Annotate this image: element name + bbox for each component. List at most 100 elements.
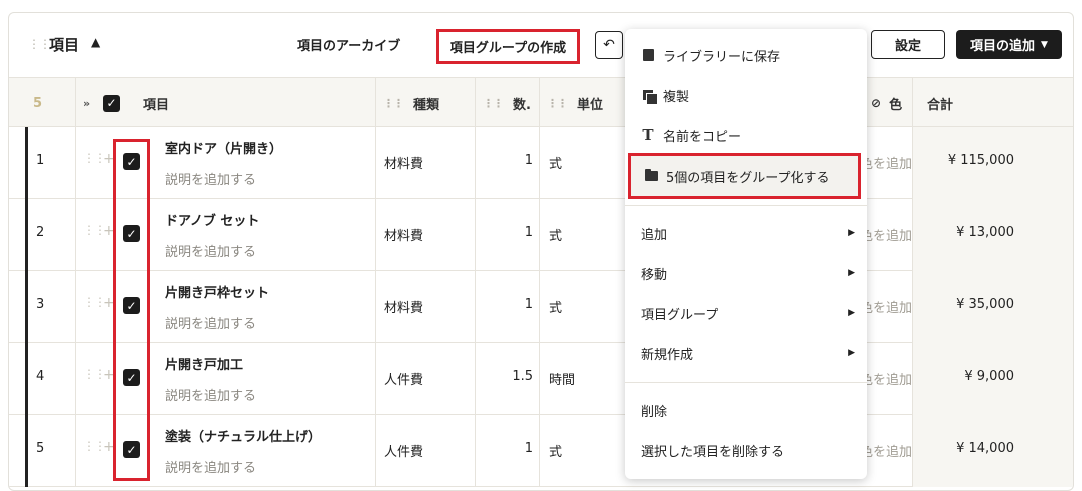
- item-kind[interactable]: 材料費: [384, 153, 423, 172]
- undo-icon: ↶: [603, 37, 615, 53]
- archive-items-button[interactable]: 項目のアーカイブ: [297, 35, 400, 54]
- menu-item-delete-selected[interactable]: 選択した項目を削除する: [625, 430, 867, 470]
- item-description[interactable]: 説明を追加する: [165, 385, 256, 404]
- menu-item-label: 移動: [641, 267, 668, 283]
- selected-count: 5: [33, 95, 43, 111]
- item-unit[interactable]: 式: [549, 225, 562, 244]
- library-icon: [641, 48, 655, 62]
- column-divider: [912, 127, 913, 487]
- row-indicator: [25, 271, 28, 343]
- item-kind[interactable]: 材料費: [384, 297, 423, 316]
- item-kind[interactable]: 人件費: [384, 441, 423, 460]
- column-header-qty[interactable]: ⋮⋮ 数.: [483, 78, 531, 128]
- menu-item-save-library[interactable]: ライブラリーに保存: [625, 35, 867, 75]
- drag-handle-icon[interactable]: ⋮⋮: [83, 367, 106, 381]
- column-drag-icon: ⋮⋮: [483, 96, 504, 110]
- column-header-item[interactable]: 項目: [143, 78, 169, 128]
- item-name[interactable]: 室内ドア（片開き）: [165, 138, 282, 157]
- menu-item-label: 選択した項目を削除する: [641, 444, 785, 460]
- item-unit[interactable]: 式: [549, 297, 562, 316]
- menu-item-duplicate[interactable]: 複製: [625, 75, 867, 115]
- item-name[interactable]: ドアノブ セット: [165, 210, 259, 229]
- item-name[interactable]: 片開き戸枠セット: [165, 282, 269, 301]
- column-divider: [75, 127, 76, 487]
- table-row[interactable]: 4 ⋮⋮ + ✓ 片開き戸加工 説明を追加する 人件費 1.5 時間 色を追加 ¥ 9,000: [9, 343, 1073, 415]
- menu-item-delete[interactable]: 削除: [625, 390, 867, 430]
- row-number: 4: [36, 369, 45, 384]
- row-number: 2: [36, 225, 45, 240]
- item-unit[interactable]: 式: [549, 153, 562, 172]
- item-qty[interactable]: 1: [479, 225, 533, 240]
- item-description[interactable]: 説明を追加する: [165, 241, 256, 260]
- item-description[interactable]: 説明を追加する: [165, 313, 256, 332]
- menu-item-add[interactable]: 追加 ▶: [625, 213, 867, 253]
- column-header-qty-label: 数.: [513, 97, 531, 113]
- items-panel: ⋮⋮ 項目 ▲ 項目のアーカイブ 項目グループの作成 ↶ 設定 項目の追加 ▼ …: [8, 12, 1074, 491]
- add-item-label: 項目の追加: [970, 39, 1036, 54]
- drag-handle-icon[interactable]: ⋮⋮: [28, 37, 51, 51]
- drag-handle-icon[interactable]: ⋮⋮: [83, 439, 106, 453]
- settings-label: 設定: [894, 39, 921, 54]
- item-unit[interactable]: 時間: [549, 369, 575, 388]
- drag-handle-icon[interactable]: ⋮⋮: [83, 223, 106, 237]
- item-description[interactable]: 説明を追加する: [165, 457, 256, 476]
- settings-button[interactable]: 設定: [871, 30, 945, 59]
- drag-handle-icon[interactable]: ⋮⋮: [83, 295, 106, 309]
- item-name[interactable]: 片開き戸加工: [165, 354, 243, 373]
- table-row[interactable]: 5 ⋮⋮ + ✓ 塗装（ナチュラル仕上げ） 説明を追加する 人件費 1 式色を追加 ¥ 14,00…: [9, 415, 1073, 487]
- column-drag-icon: ⋮⋮: [383, 96, 404, 110]
- column-divider: [375, 127, 376, 487]
- item-total: ¥ 9,000: [964, 369, 1014, 384]
- item-description[interactable]: 説明を追加する: [165, 169, 256, 188]
- item-qty[interactable]: 1: [479, 153, 533, 168]
- row-indicator: [25, 199, 28, 271]
- menu-item-move[interactable]: 移動 ▶: [625, 253, 867, 293]
- item-kind[interactable]: 材料費: [384, 225, 423, 244]
- item-qty[interactable]: 1: [479, 441, 533, 456]
- row-indicator: [25, 415, 28, 487]
- menu-item-copy-name[interactable]: T 名前をコピー: [625, 115, 867, 155]
- undo-button[interactable]: ↶: [595, 31, 623, 59]
- caret-down-icon: ▼: [1041, 39, 1048, 50]
- item-qty[interactable]: 1.5: [479, 369, 533, 384]
- checkbox-highlight-annotation: [113, 139, 150, 481]
- column-header-total[interactable]: 合計: [927, 78, 953, 128]
- select-all-checkbox[interactable]: ✓: [103, 78, 120, 128]
- column-header-unit[interactable]: ⋮⋮ 単位: [547, 78, 603, 128]
- create-item-group-button[interactable]: 項目グループの作成: [436, 29, 580, 64]
- add-item-button[interactable]: 項目の追加 ▼: [956, 30, 1062, 59]
- menu-item-group-items[interactable]: 5個の項目をグループ化する: [628, 153, 861, 199]
- table-row[interactable]: 1 ⋮⋮ + ✓ 室内ドア（片開き） 説明を追加する 材料費 1 式色を追加 ¥ 115,000: [9, 127, 1073, 199]
- drag-handle-icon[interactable]: ⋮⋮: [83, 151, 106, 165]
- item-unit[interactable]: 式: [549, 441, 562, 460]
- submenu-arrow-icon: ▶: [848, 308, 855, 318]
- row-number: 1: [36, 153, 45, 168]
- menu-item-label: 新規作成: [641, 347, 694, 363]
- expand-all-icon[interactable]: »: [83, 78, 90, 128]
- item-name[interactable]: 塗装（ナチュラル仕上げ）: [165, 426, 321, 445]
- item-qty[interactable]: 1: [479, 297, 533, 312]
- column-header-color[interactable]: ⊘ 色: [871, 78, 902, 128]
- eye-off-icon: ⊘: [871, 96, 882, 110]
- chevron-up-icon[interactable]: ▲: [91, 35, 100, 49]
- item-color[interactable]: 色を追加: [865, 153, 912, 172]
- row-indicator: [25, 127, 28, 199]
- item-kind[interactable]: 人件費: [384, 369, 423, 388]
- item-color[interactable]: 色を追加: [865, 297, 912, 316]
- folder-icon: [644, 169, 658, 183]
- table-row[interactable]: 3 ⋮⋮ + ✓ 片開き戸枠セット 説明を追加する 材料費 1 式色を追加 ¥ 35,000: [9, 271, 1073, 343]
- menu-item-label: 追加: [641, 227, 668, 243]
- items-header: ⋮⋮ 項目 ▲ 項目のアーカイブ 項目グループの作成 ↶ 設定 項目の追加 ▼: [9, 13, 1073, 77]
- item-total: ¥ 35,000: [956, 297, 1014, 312]
- column-header-kind[interactable]: ⋮⋮ 種類: [383, 78, 439, 128]
- item-color[interactable]: 色を追加: [865, 369, 912, 388]
- item-color[interactable]: 色を追加: [865, 225, 912, 244]
- table-row[interactable]: 2 ⋮⋮ + ✓ ドアノブ セット 説明を追加する 材料費 1 式色を追加 ¥ 13,000: [9, 199, 1073, 271]
- item-color[interactable]: 色を追加: [865, 441, 912, 460]
- row-number: 5: [36, 441, 45, 456]
- item-total: ¥ 13,000: [956, 225, 1014, 240]
- row-indicator: [25, 343, 28, 415]
- column-divider: [539, 127, 540, 487]
- menu-item-new-create[interactable]: 新規作成 ▶: [625, 333, 867, 373]
- menu-item-item-group[interactable]: 項目グループ ▶: [625, 293, 867, 333]
